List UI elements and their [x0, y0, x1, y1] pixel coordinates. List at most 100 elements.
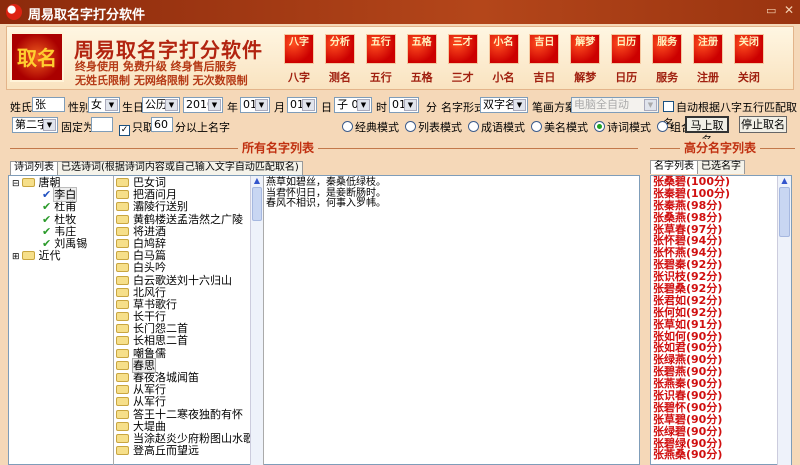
name-form-value: 双字名	[483, 98, 516, 111]
poem-item[interactable]: 嘲鲁儒	[116, 347, 250, 360]
tab-selected-names[interactable]: 已选名字	[697, 160, 745, 174]
folder-icon	[116, 238, 129, 248]
stroke-label: 笔画方案	[532, 101, 576, 114]
year-label: 年	[227, 101, 238, 114]
expand-icon[interactable]: ⊞	[12, 252, 20, 262]
radio-icon	[594, 121, 605, 132]
toolbar-label: 服务	[656, 71, 679, 84]
name-item[interactable]: 张草如(91分)	[653, 318, 775, 331]
chevron-down-icon: ▼	[165, 99, 178, 111]
name-item[interactable]: 张绿碧(90分)	[653, 425, 775, 438]
only-score-checkbox[interactable]: ✓ 只取	[119, 119, 154, 136]
toolbar-icon: 三才	[447, 34, 478, 64]
name-item[interactable]: 张桑燕(98分)	[653, 211, 775, 224]
toolbar-icon: 八字	[284, 34, 314, 64]
name-item[interactable]: 张何如(92分)	[653, 306, 775, 319]
folder-icon	[116, 190, 129, 200]
poem-title: 长相思二首	[133, 334, 188, 348]
radio-icon	[342, 121, 353, 132]
folder-icon	[116, 385, 129, 395]
name-item[interactable]: 张草碧(90分)	[653, 413, 775, 426]
surname-label: 姓氏	[10, 101, 32, 114]
toolbar-button-6[interactable]: 吉日 吉日	[524, 34, 564, 85]
poem-title: 灞陵行送别	[133, 200, 188, 214]
poet-label: 刘禹锡	[54, 236, 88, 250]
fixed-input[interactable]	[91, 117, 113, 132]
name-item[interactable]: 张秦碧(100分)	[653, 187, 775, 200]
folder-icon	[116, 251, 129, 261]
top-names-title: 高分名字列表	[680, 139, 761, 156]
minimize-icon[interactable]: ▭	[766, 4, 776, 17]
toolbar-label: 注册	[697, 71, 719, 84]
toolbar-button-3[interactable]: 五格 五格	[402, 34, 442, 85]
tree-node-poet[interactable]: ✔ 刘禹锡	[12, 236, 112, 250]
minute-select[interactable]: 01 ▼	[389, 97, 419, 113]
mode-radio-4[interactable]: 诗词模式	[594, 121, 651, 134]
toolbar-button-8[interactable]: 日历 日历	[606, 34, 646, 85]
poem-title: 春思	[132, 357, 156, 373]
close-icon[interactable]: ✕	[784, 3, 794, 17]
folder-icon	[116, 409, 129, 419]
poem-line: 春风不相识，何事入罗帏。	[266, 198, 386, 209]
tree-node-modern[interactable]: ⊞ 近代	[12, 250, 112, 263]
mode-radio-2[interactable]: 成语模式	[468, 121, 525, 134]
month-select[interactable]: 01 ▼	[240, 97, 270, 113]
tab-poem-list[interactable]: 诗词列表	[10, 161, 58, 175]
poem-title: 登高丘而望远	[133, 444, 199, 458]
position-select[interactable]: 第二字 ▼	[12, 117, 58, 133]
toolbar-button-4[interactable]: 三才 三才	[443, 34, 483, 85]
toolbar-button-2[interactable]: 五行 五行	[361, 34, 401, 85]
name-item[interactable]: 张秦燕(98分)	[653, 199, 775, 212]
stop-naming-button[interactable]: 停止取名	[739, 116, 787, 133]
chevron-down-icon: ▼	[208, 99, 221, 111]
surname-input[interactable]: 张	[32, 97, 65, 112]
mode-radio-3[interactable]: 美名模式	[531, 121, 588, 134]
toolbar-button-5[interactable]: 小名 小名	[484, 34, 524, 85]
toolbar-label: 关闭	[737, 71, 760, 84]
radio-icon	[405, 121, 416, 132]
scroll-up-icon[interactable]: ▲	[778, 176, 791, 185]
poem-list-scrollbar[interactable]: ▲	[250, 176, 263, 465]
name-item[interactable]: 张君如(92分)	[653, 295, 775, 307]
calendar-select[interactable]: 公历 ▼	[142, 97, 180, 113]
mode-label: 诗词模式	[607, 121, 651, 134]
toolbar-icon: 服务	[652, 34, 683, 64]
scroll-thumb[interactable]	[779, 187, 790, 237]
tab-name-list[interactable]: 名字列表	[650, 160, 698, 174]
folder-icon	[21, 251, 35, 261]
hour-select[interactable]: 子 0 ▼	[334, 97, 372, 113]
toolbar-label: 小名	[492, 71, 515, 84]
tab-selected-poems[interactable]: 已选诗词(根据诗词内容或自己输入文字自动匹配取名)	[57, 161, 303, 175]
min-score-input[interactable]: 60	[151, 117, 173, 132]
name-item[interactable]: 张燕桑(90分)	[653, 449, 775, 461]
scroll-up-icon[interactable]: ▲	[251, 176, 263, 185]
poem-title: 白云歌送刘十六归山	[133, 273, 232, 287]
chevron-down-icon: ▼	[255, 99, 268, 111]
divider	[113, 176, 114, 465]
toolbar-button-7[interactable]: 解梦 解梦	[565, 34, 605, 85]
collapse-icon[interactable]: ⊟	[12, 179, 20, 189]
year-select[interactable]: 2010 ▼	[183, 97, 223, 113]
toolbar-button-11[interactable]: 关闭 关闭	[729, 34, 769, 85]
toolbar-button-1[interactable]: 分析 测名	[320, 34, 360, 85]
mode-radio-1[interactable]: 列表模式	[405, 121, 462, 134]
toolbar-icon: 小名	[488, 34, 519, 64]
name-list-scrollbar[interactable]: ▲	[777, 176, 791, 465]
name-form-select[interactable]: 双字名 ▼	[480, 97, 528, 113]
toolbar-button-10[interactable]: 注册 注册	[688, 34, 728, 85]
mode-radio-0[interactable]: 经典模式	[342, 121, 399, 134]
poem-item[interactable]: 登高丘而望远	[116, 445, 250, 457]
gender-select[interactable]: 女 ▼	[88, 97, 120, 113]
poem-text[interactable]: 燕草如碧丝，秦桑低绿枝。 当君怀归日，是妾断肠时。 春风不相识，何事入罗帏。	[266, 177, 386, 210]
poem-title: 春夜洛城闻笛	[133, 371, 199, 384]
scroll-thumb[interactable]	[252, 187, 262, 221]
toolbar-button-9[interactable]: 服务 服务	[647, 34, 687, 85]
start-naming-button[interactable]: 马上取名	[685, 116, 729, 147]
toolbar-label: 测名	[328, 71, 351, 84]
mode-label: 美名模式	[544, 121, 588, 134]
folder-icon	[116, 336, 129, 346]
day-select[interactable]: 01 ▼	[287, 97, 317, 113]
toolbar-label: 八字	[288, 71, 310, 84]
stroke-select[interactable]: 电脑全自动 ▼	[571, 97, 659, 113]
toolbar-button-0[interactable]: 八字 八字	[279, 34, 319, 85]
